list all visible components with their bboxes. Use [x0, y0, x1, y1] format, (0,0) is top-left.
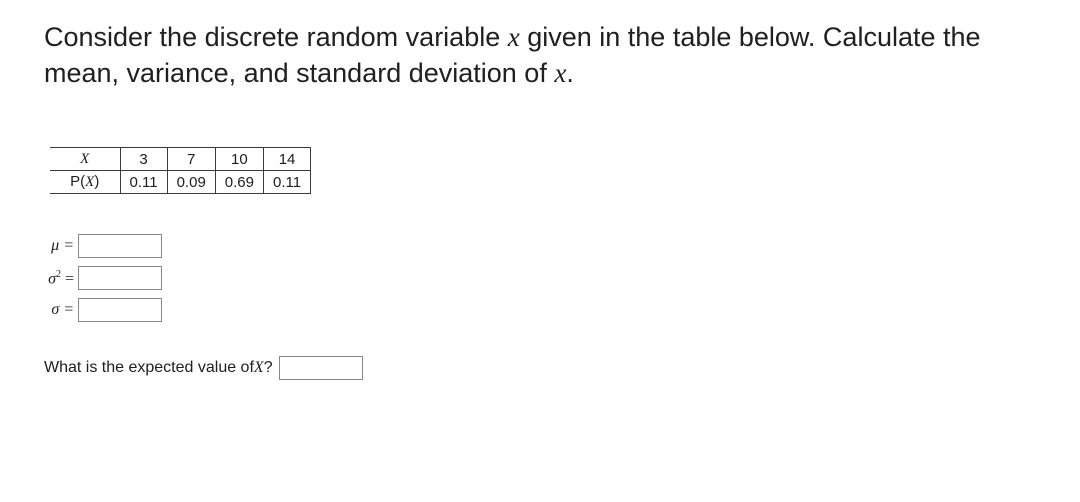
table-cell: 10: [215, 148, 263, 171]
expected-xvar: X: [254, 359, 264, 377]
px-xvar: X: [85, 174, 94, 190]
px-paren2: ): [94, 173, 99, 190]
mu-row: μ =: [38, 234, 1036, 258]
sigma-row: σ =: [38, 298, 1036, 322]
table-cell: 7: [167, 148, 215, 171]
mu-label: μ =: [38, 237, 74, 255]
sigma2-label: σ2 =: [38, 269, 74, 288]
expected-text-1: What is the expected value of: [44, 359, 254, 377]
question-prompt: Consider the discrete random variable x …: [44, 20, 1036, 91]
table-cell: 14: [264, 148, 311, 171]
prompt-var-x2: x: [554, 58, 566, 88]
expected-value-input[interactable]: [279, 356, 363, 380]
mu-input[interactable]: [78, 234, 162, 258]
distribution-table-container: X 3 7 10 14 P(X) 0.11 0.09 0.69 0.11: [50, 147, 1036, 194]
prompt-var-x: x: [508, 22, 520, 52]
distribution-table: X 3 7 10 14 P(X) 0.11 0.09 0.69 0.11: [50, 147, 311, 194]
table-header-px: P(X): [50, 171, 120, 194]
table-row: P(X) 0.11 0.09 0.69 0.11: [50, 171, 311, 194]
prompt-text-1: Consider the discrete random variable: [44, 22, 508, 52]
table-cell: 0.11: [264, 171, 311, 194]
table-cell: 3: [120, 148, 167, 171]
table-cell: 0.09: [167, 171, 215, 194]
sigma-label: σ =: [38, 301, 74, 319]
sigma-input[interactable]: [78, 298, 162, 322]
table-header-x: X: [50, 148, 120, 171]
table-cell: 0.11: [120, 171, 167, 194]
table-cell: 0.69: [215, 171, 263, 194]
answer-inputs: μ = σ2 = σ =: [38, 234, 1036, 322]
expected-text-2: ?: [264, 359, 273, 377]
expected-value-row: What is the expected value of X ?: [44, 356, 1036, 380]
px-paren1: P(: [70, 173, 85, 190]
sigma2-input[interactable]: [78, 266, 162, 290]
table-row: X 3 7 10 14: [50, 148, 311, 171]
prompt-text-3: .: [566, 58, 574, 88]
sigma2-row: σ2 =: [38, 266, 1036, 290]
